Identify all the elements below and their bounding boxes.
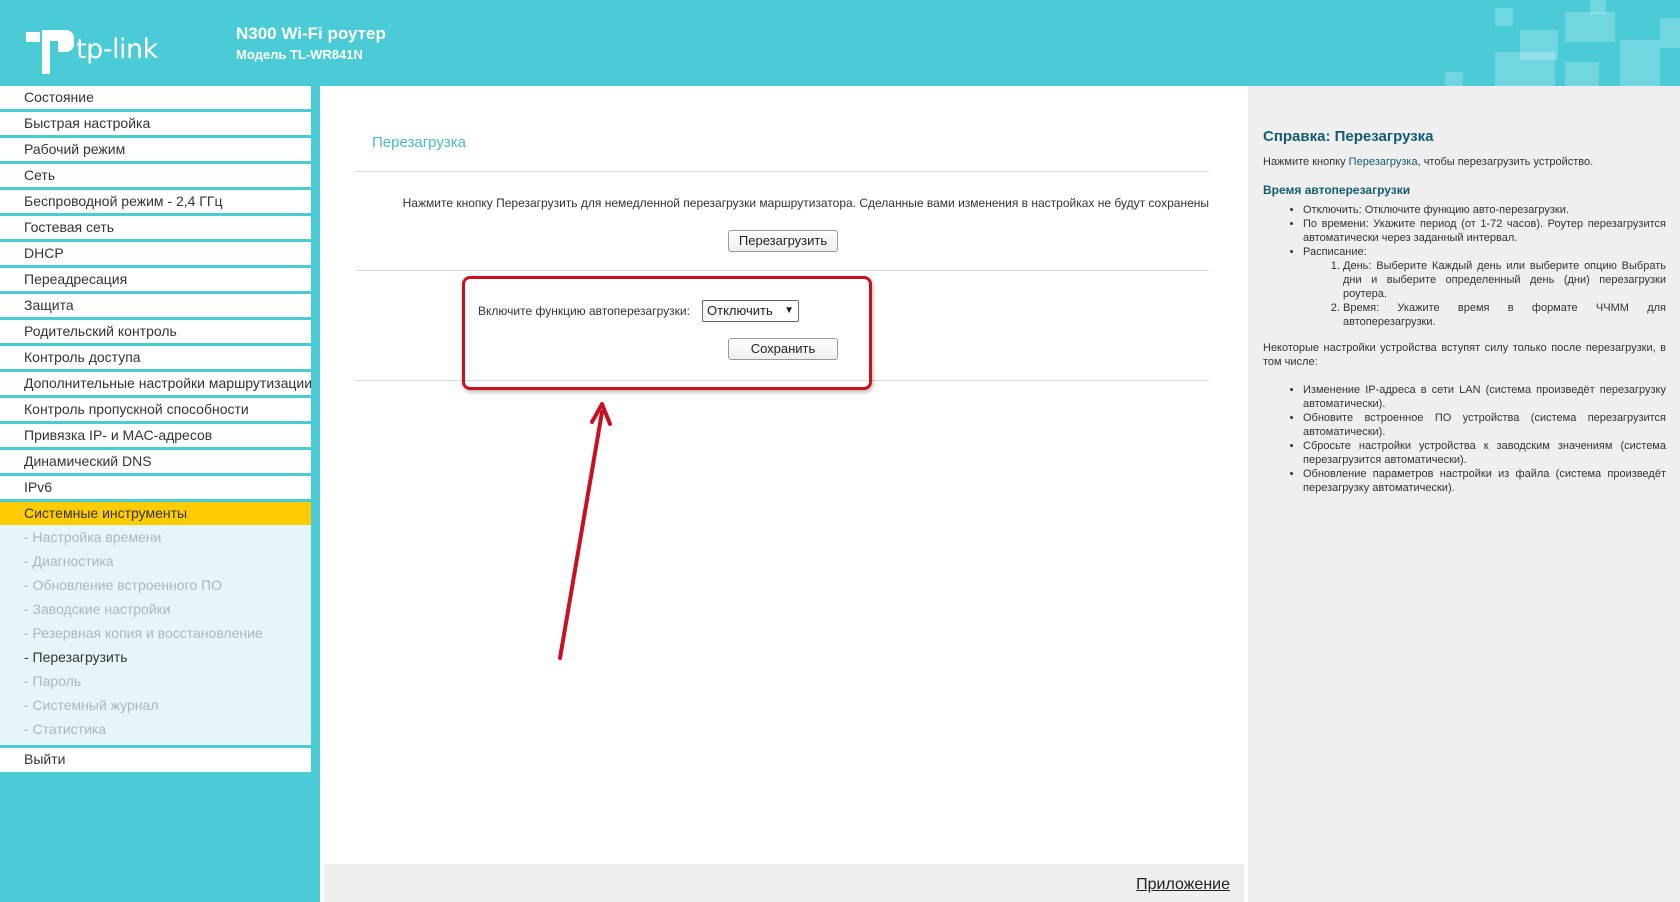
help-note-item: Обновление параметров настройки из файла… (1303, 467, 1666, 495)
sub-item-statistics[interactable]: - Статистика (0, 717, 311, 741)
sidebar-item-security[interactable]: Защита (0, 294, 311, 320)
help-note-item: Обновите встроенное ПО устройства (систе… (1303, 411, 1666, 439)
help-title: Справка: Перезагрузка (1263, 128, 1434, 145)
help-schedule-item: День: Выберите Каждый день или выберите … (1343, 259, 1666, 301)
help-intro: Нажмите кнопку Перезагрузка, чтобы перез… (1263, 155, 1666, 169)
decor-square (1445, 72, 1463, 86)
sub-item-system-log[interactable]: - Системный журнал (0, 693, 311, 717)
tp-link-logo-icon (26, 30, 74, 74)
sidebar-menu-bottom: Выйти (0, 748, 311, 772)
decor-square (1495, 8, 1513, 26)
decor-square (1565, 12, 1615, 42)
sidebar-item-forwarding[interactable]: Переадресация (0, 268, 311, 294)
sidebar-item-wireless[interactable]: Беспроводной режим - 2,4 ГГц (0, 190, 311, 216)
sidebar-item-bandwidth-control[interactable]: Контроль пропускной способности (0, 398, 311, 424)
sub-item-password[interactable]: - Пароль (0, 669, 311, 693)
router-title: N300 Wi-Fi роутер (236, 24, 386, 43)
help-note-item: Сбросьте настройки устройства к заводски… (1303, 439, 1666, 467)
sub-item-reboot[interactable]: - Перезагрузить (0, 645, 311, 669)
reboot-info-text: Нажмите кнопку Перезагрузить для немедле… (402, 196, 1209, 210)
footer-bar: Приложение (324, 864, 1244, 902)
help-list-item: Отключить: Отключите функцию авто-переза… (1303, 203, 1666, 217)
sidebar-item-dynamic-dns[interactable]: Динамический DNS (0, 450, 311, 476)
annotation-highlight-box (462, 276, 872, 390)
help-subtitle: Время автоперезагрузки (1263, 183, 1411, 197)
system-tools-submenu: - Настройка времени - Диагностика - Обно… (0, 525, 311, 745)
help-schedule-item: Время: Укажите время в формате ЧЧММ для … (1343, 301, 1666, 329)
sidebar-item-advanced-routing[interactable]: Дополнительные настройки маршрутизации (0, 372, 311, 398)
divider (356, 171, 1209, 172)
sidebar-item-logout[interactable]: Выйти (0, 748, 311, 772)
divider (356, 270, 1209, 271)
sidebar-item-guest-network[interactable]: Гостевая сеть (0, 216, 311, 242)
sidebar-item-dhcp[interactable]: DHCP (0, 242, 311, 268)
help-note-item: Изменение IP-адреса в сети LAN (система … (1303, 383, 1666, 411)
help-panel: Справка: Перезагрузка Нажмите кнопку Пер… (1248, 86, 1680, 902)
help-list-item-text: Расписание: (1303, 246, 1367, 258)
sub-item-backup-restore[interactable]: - Резервная копия и восстановление (0, 621, 311, 645)
help-intro-text-end: , чтобы перезагрузить устройство. (1417, 156, 1594, 168)
main-content: Перезагрузка Нажмите кнопку Перезагрузит… (320, 86, 1248, 902)
tp-link-logo[interactable]: tp-link (24, 22, 164, 74)
sidebar-item-operation-mode[interactable]: Рабочий режим (0, 138, 311, 164)
sub-item-firmware-upgrade[interactable]: - Обновление встроенного ПО (0, 573, 311, 597)
header: tp-link N300 Wi-Fi роутер Модель TL-WR84… (0, 0, 1680, 86)
decor-square (1495, 52, 1555, 86)
help-list-item: По времени: Укажите период (от 1-72 часо… (1303, 217, 1666, 245)
page-title: Перезагрузка (372, 134, 466, 151)
sidebar-item-status[interactable]: Состояние (0, 86, 311, 112)
router-model: Модель TL-WR841N (236, 47, 363, 62)
sidebar-item-ip-mac-binding[interactable]: Привязка IP- и MAC-адресов (0, 424, 311, 450)
sidebar-item-network[interactable]: Сеть (0, 164, 311, 190)
help-schedule-list: День: Выберите Каждый день или выберите … (1343, 259, 1666, 329)
sub-item-diagnostics[interactable]: - Диагностика (0, 549, 311, 573)
help-note-list: Изменение IP-адреса в сети LAN (система … (1303, 383, 1666, 495)
sidebar-item-parental-control[interactable]: Родительский контроль (0, 320, 311, 346)
help-auto-reboot-list: Отключить: Отключите функцию авто-переза… (1303, 203, 1666, 329)
reboot-button[interactable]: Перезагрузить (728, 230, 838, 252)
decor-square (1620, 40, 1660, 86)
help-intro-text: Нажмите кнопку (1263, 156, 1349, 168)
sidebar-item-access-control[interactable]: Контроль доступа (0, 346, 311, 372)
sidebar-menu: Состояние Быстрая настройка Рабочий режи… (0, 86, 311, 525)
sidebar-item-ipv6[interactable]: IPv6 (0, 476, 311, 502)
sub-item-time-settings[interactable]: - Настройка времени (0, 525, 311, 549)
help-intro-link: Перезагрузка (1348, 156, 1418, 168)
sidebar-item-system-tools[interactable]: Системные инструменты (0, 502, 311, 525)
decor-square (1660, 18, 1680, 48)
sub-item-factory-defaults[interactable]: - Заводские настройки (0, 597, 311, 621)
decor-square (1590, 0, 1606, 14)
logo-text: tp-link (76, 34, 158, 65)
decor-square (1565, 62, 1599, 86)
app-link[interactable]: Приложение (1136, 876, 1230, 894)
sidebar-item-quick-setup[interactable]: Быстрая настройка (0, 112, 311, 138)
help-list-item: Расписание: День: Выберите Каждый день и… (1303, 245, 1666, 329)
help-note: Некоторые настройки устройства вступят с… (1263, 342, 1666, 368)
sidebar: Состояние Быстрая настройка Рабочий режи… (0, 86, 320, 902)
